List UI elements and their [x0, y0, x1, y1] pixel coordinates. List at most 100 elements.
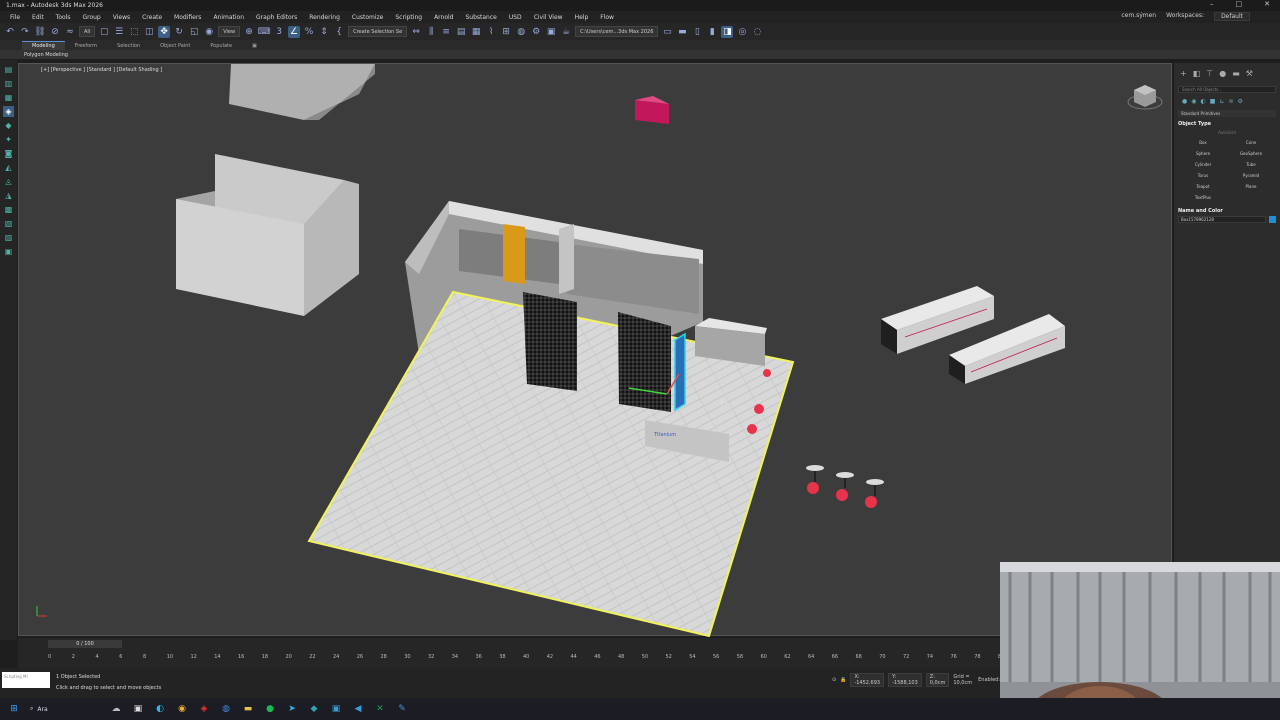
menu-modifiers[interactable]: Modifiers [168, 14, 207, 21]
utilities-tab-icon[interactable]: ⚒ [1246, 69, 1253, 78]
excel-icon[interactable]: ✕ [374, 703, 386, 715]
schematic-view-icon[interactable]: ⊞ [500, 26, 512, 38]
collapse-icon[interactable]: ▯ [691, 26, 703, 38]
geometry-category-icon[interactable]: ● [1182, 98, 1187, 105]
save-icon[interactable]: ▮ [706, 26, 718, 38]
project-folder-dropdown[interactable]: C:\Users\cem...3ds Max 2026 [575, 26, 659, 37]
object-color-swatch[interactable] [1269, 216, 1276, 223]
ribbon-options-icon[interactable]: ▣ [242, 42, 267, 50]
spacewarps-category-icon[interactable]: ≋ [1228, 98, 1233, 105]
box-button[interactable]: Box [1182, 139, 1224, 146]
reference-coordinate-dropdown[interactable]: View [218, 26, 241, 37]
keyboard-shortcut-icon[interactable]: ⌨ [258, 26, 271, 38]
menu-create[interactable]: Create [136, 14, 168, 21]
scene-explorer-left-icon[interactable]: ▤ [3, 64, 14, 75]
light-left-icon[interactable]: ✦ [3, 134, 14, 145]
sphere-button[interactable]: Sphere [1182, 150, 1224, 157]
y-coordinate[interactable]: Y: -1588,103 [888, 673, 922, 687]
menu-scripting[interactable]: Scripting [389, 14, 428, 21]
lock-icon[interactable]: 🔒 [840, 677, 846, 683]
menu-animation[interactable]: Animation [207, 14, 250, 21]
menu-graph-editors[interactable]: Graph Editors [250, 14, 303, 21]
object-type-rollout[interactable]: Object Type [1178, 121, 1276, 127]
grille-panel-right[interactable] [618, 312, 671, 412]
menu-usd[interactable]: USD [503, 14, 528, 21]
acrobat-icon[interactable]: ◈ [198, 703, 210, 715]
isolate-icon[interactable]: ⊙ [832, 677, 836, 683]
select-scale-icon[interactable]: ◱ [188, 26, 200, 38]
minimize-button[interactable]: – [1210, 0, 1214, 8]
menu-rendering[interactable]: Rendering [303, 14, 346, 21]
tube-button[interactable]: Tube [1230, 161, 1272, 168]
link-icon[interactable]: ⛓ [34, 26, 46, 38]
textplus-button[interactable]: TextPlus [1182, 194, 1224, 201]
selection-filter-dropdown[interactable]: All [79, 26, 96, 37]
arnold-icon[interactable]: ◌ [751, 26, 763, 38]
wall-panel-left[interactable] [176, 154, 359, 316]
camera-left-icon[interactable]: ◙ [3, 148, 14, 159]
workspace-dropdown[interactable]: Default [1214, 12, 1250, 21]
viewport-layout-icon[interactable]: ◨ [721, 25, 734, 38]
edit-named-selection-icon[interactable]: { [333, 26, 345, 38]
weather-icon[interactable]: ☁ [110, 703, 122, 715]
time-slider[interactable]: 0 / 100 [48, 640, 122, 648]
named-selection-dropdown[interactable]: Create Selection Se [348, 26, 408, 37]
user-account[interactable]: cem.sýmen [1121, 12, 1156, 21]
menu-substance[interactable]: Substance [459, 14, 502, 21]
box-top-left[interactable] [229, 64, 375, 120]
modify-tab-icon[interactable]: ◧ [1193, 69, 1201, 78]
systems-category-icon[interactable]: ⚙ [1237, 98, 1242, 105]
systems-left-icon[interactable]: ▩ [3, 204, 14, 215]
telegram-icon[interactable]: ➤ [286, 703, 298, 715]
pyramid-button[interactable]: Pyramid [1230, 172, 1272, 179]
layers-left-icon[interactable]: ▥ [3, 78, 14, 89]
helpers-category-icon[interactable]: ⊾ [1219, 98, 1224, 105]
cameras-category-icon[interactable]: ■ [1210, 98, 1216, 105]
menu-tools[interactable]: Tools [50, 14, 77, 21]
plane-button[interactable]: Plane [1230, 183, 1272, 190]
redo-icon[interactable]: ↷ [19, 26, 31, 38]
maxscript-listener[interactable]: Scripting Mi [2, 672, 50, 688]
cylinder-button[interactable]: Cylinder [1182, 161, 1224, 168]
object-search-input[interactable]: Search All Objects... [1178, 86, 1276, 93]
tab-freeform[interactable]: Freeform [65, 42, 107, 50]
undo-icon[interactable]: ↶ [4, 26, 16, 38]
viewcube-icon[interactable] [1126, 82, 1164, 114]
menu-help[interactable]: Help [569, 14, 595, 21]
grille-panel-left[interactable] [523, 292, 577, 391]
menu-customize[interactable]: Customize [346, 14, 390, 21]
material-editor-icon[interactable]: ◍ [515, 26, 527, 38]
scene-explorer-icon[interactable]: ▤ [455, 26, 467, 38]
magenta-cube[interactable] [635, 96, 669, 124]
select-object-icon[interactable]: ▢ [98, 26, 110, 38]
object-name-field[interactable]: Box1578962128 [1178, 216, 1266, 223]
window-crossing-icon[interactable]: ◫ [143, 26, 155, 38]
perspective-viewport[interactable]: [+] [Perspective ] [Standard ] [Default … [18, 63, 1172, 637]
mirror-icon[interactable]: ⇔ [410, 26, 422, 38]
unlink-icon[interactable]: ⊘ [49, 26, 61, 38]
primitive-category-dropdown[interactable]: Standard Primitives [1178, 110, 1276, 117]
tab-modeling[interactable]: Modeling [22, 41, 65, 50]
render-setup-icon[interactable]: ⚙ [530, 26, 542, 38]
geosphere-button[interactable]: GeoSphere [1230, 150, 1272, 157]
menu-edit[interactable]: Edit [26, 14, 50, 21]
folder-icon[interactable]: ▬ [242, 703, 254, 715]
edge-icon[interactable]: ◐ [154, 703, 166, 715]
3dsmax-icon[interactable]: ◆ [308, 703, 320, 715]
tab-populate[interactable]: Populate [200, 42, 242, 50]
ribbon-toggle-icon[interactable]: ▦ [470, 26, 482, 38]
glass-partition[interactable] [674, 332, 686, 412]
angle-snap-icon[interactable]: ∠ [288, 25, 301, 38]
display-left-icon[interactable]: ◆ [3, 120, 14, 131]
menu-file[interactable]: File [4, 14, 26, 21]
rendered-frame-icon[interactable]: ▣ [545, 26, 557, 38]
create-tab-icon[interactable]: + [1180, 69, 1187, 78]
align-icon[interactable]: ⫼ [425, 26, 437, 38]
name-color-rollout[interactable]: Name and Color [1178, 208, 1276, 214]
taskbar-search[interactable]: ⌕ Ara [30, 705, 100, 713]
render-icon[interactable]: ☕ [560, 26, 572, 38]
autogrid-checkbox[interactable]: AutoGrid [1174, 129, 1280, 136]
close-button[interactable]: ✕ [1264, 0, 1270, 8]
browser-icon[interactable]: ◍ [220, 703, 232, 715]
pivot-center-icon[interactable]: ⊕ [243, 26, 255, 38]
